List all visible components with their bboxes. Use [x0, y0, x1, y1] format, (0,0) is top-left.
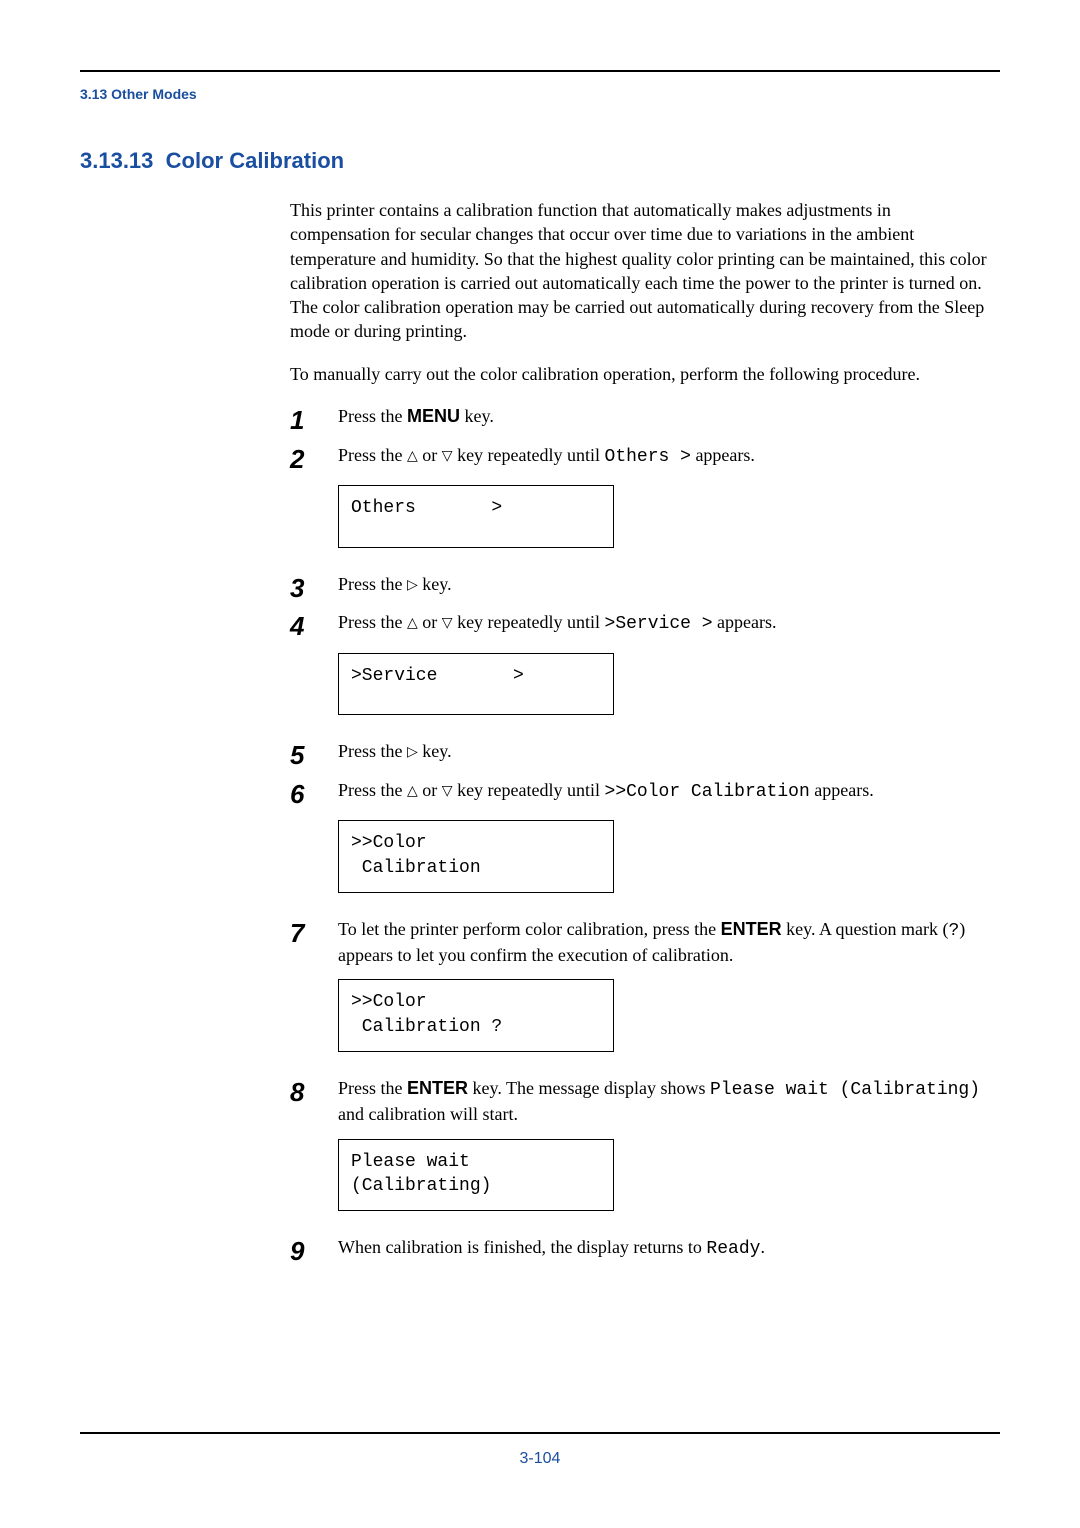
step-number-5: 5 — [290, 739, 338, 770]
triangle-down-icon: ▽ — [442, 446, 453, 465]
text: key repeatedly until — [453, 780, 605, 800]
triangle-right-icon: ▷ — [407, 742, 418, 761]
step-5: 5 Press the ▷ key. — [290, 739, 990, 770]
section-number: 3.13.13 — [80, 148, 153, 173]
step-7: 7 To let the printer perform color calib… — [290, 917, 990, 968]
text: . — [760, 1237, 765, 1257]
step-3: 3 Press the ▷ key. — [290, 572, 990, 603]
text: When calibration is finished, the displa… — [338, 1237, 706, 1257]
triangle-right-icon: ▷ — [407, 575, 418, 594]
running-header: 3.13 Other Modes — [80, 86, 1000, 102]
enter-key-label: ENTER — [721, 919, 782, 939]
text: and calibration will start. — [338, 1104, 518, 1124]
triangle-down-icon: ▽ — [442, 613, 453, 632]
step-2: 2 Press the △ or ▽ key repeatedly until … — [290, 443, 990, 474]
text: key. A question mark ( — [782, 919, 949, 939]
triangle-down-icon: ▽ — [442, 781, 453, 800]
text: or — [418, 612, 442, 632]
section-title-text: Color Calibration — [166, 148, 344, 173]
text: key repeatedly until — [453, 612, 605, 632]
text: key. — [460, 406, 494, 426]
step-6-text: Press the △ or ▽ key repeatedly until >>… — [338, 778, 990, 804]
text: Press the — [338, 406, 407, 426]
page: 3.13 Other Modes 3.13.13 Color Calibrati… — [0, 0, 1080, 1528]
step-7-text: To let the printer perform color calibra… — [338, 917, 990, 968]
lcd-display-please-wait: Please wait (Calibrating) — [338, 1139, 614, 1212]
triangle-up-icon: △ — [407, 446, 418, 465]
step-3-text: Press the ▷ key. — [338, 572, 990, 596]
section-heading: 3.13.13 Color Calibration — [80, 148, 1000, 174]
step-9: 9 When calibration is finished, the disp… — [290, 1235, 990, 1266]
step-9-text: When calibration is finished, the displa… — [338, 1235, 990, 1261]
text: or — [418, 780, 442, 800]
display-text-inline: Others > — [605, 447, 691, 467]
step-number-3: 3 — [290, 572, 338, 603]
triangle-up-icon: △ — [407, 781, 418, 800]
text: key. — [418, 574, 452, 594]
intro-paragraph-2: To manually carry out the color calibrat… — [290, 362, 990, 386]
step-8: 8 Press the ENTER key. The message displ… — [290, 1076, 990, 1127]
lcd-display-color-calibration-confirm: >>Color Calibration ? — [338, 979, 614, 1052]
page-number: 3-104 — [520, 1450, 561, 1467]
step-8-text: Press the ENTER key. The message display… — [338, 1076, 990, 1127]
text: key. The message display shows — [468, 1078, 710, 1098]
display-text-inline: Ready — [706, 1239, 760, 1259]
step-1: 1 Press the MENU key. — [290, 404, 990, 435]
text: key. — [418, 741, 452, 761]
lcd-display-color-calibration: >>Color Calibration — [338, 820, 614, 893]
step-number-9: 9 — [290, 1235, 338, 1266]
top-rule — [80, 70, 1000, 72]
step-6: 6 Press the △ or ▽ key repeatedly until … — [290, 778, 990, 809]
menu-key-label: MENU — [407, 406, 460, 426]
text: Press the — [338, 1078, 407, 1098]
display-text-inline: >>Color Calibration — [605, 782, 810, 802]
step-number-1: 1 — [290, 404, 338, 435]
step-number-2: 2 — [290, 443, 338, 474]
text: appears. — [713, 612, 777, 632]
step-number-4: 4 — [290, 610, 338, 641]
enter-key-label: ENTER — [407, 1078, 468, 1098]
intro-paragraph-1: This printer contains a calibration func… — [290, 198, 990, 344]
text: Press the — [338, 574, 407, 594]
text: appears. — [691, 445, 755, 465]
text: Press the — [338, 741, 407, 761]
text: To let the printer perform color calibra… — [338, 919, 721, 939]
text: Press the — [338, 612, 407, 632]
step-2-text: Press the △ or ▽ key repeatedly until Ot… — [338, 443, 990, 469]
text: key repeatedly until — [453, 445, 605, 465]
text: appears. — [810, 780, 874, 800]
triangle-up-icon: △ — [407, 613, 418, 632]
step-1-text: Press the MENU key. — [338, 404, 990, 428]
question-mark-inline: ? — [948, 921, 959, 941]
step-4-text: Press the △ or ▽ key repeatedly until >S… — [338, 610, 990, 636]
step-5-text: Press the ▷ key. — [338, 739, 990, 763]
footer: 3-104 — [80, 1432, 1000, 1468]
step-number-8: 8 — [290, 1076, 338, 1107]
text: Press the — [338, 445, 407, 465]
step-number-6: 6 — [290, 778, 338, 809]
lcd-display-others: Others > — [338, 485, 614, 547]
body: This printer contains a calibration func… — [290, 198, 990, 1266]
step-number-7: 7 — [290, 917, 338, 948]
step-4: 4 Press the △ or ▽ key repeatedly until … — [290, 610, 990, 641]
lcd-display-service: >Service > — [338, 653, 614, 715]
text: Press the — [338, 780, 407, 800]
display-text-inline: >Service > — [605, 614, 713, 634]
display-text-inline: Please wait (Calibrating) — [710, 1080, 980, 1100]
text: or — [418, 445, 442, 465]
